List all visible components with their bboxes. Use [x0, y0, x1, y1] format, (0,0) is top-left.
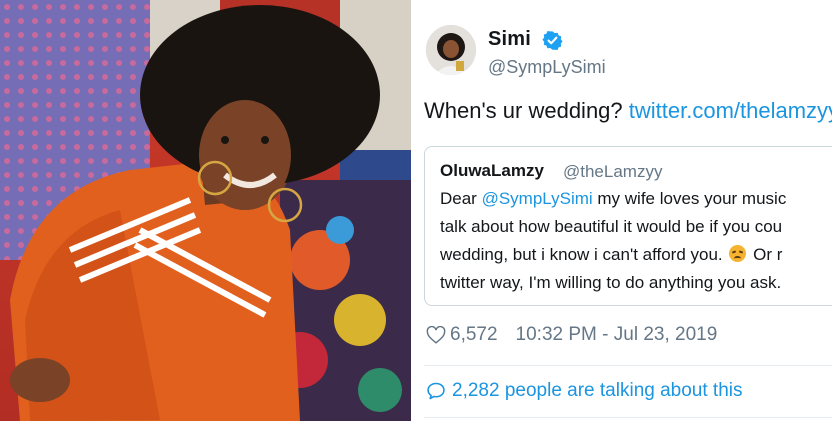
- tweet-timestamp[interactable]: 10:32 PM - Jul 23, 2019: [516, 324, 718, 346]
- divider: [424, 365, 832, 366]
- tweet-stats: 6,572 10:32 PM - Jul 23, 2019: [426, 324, 717, 346]
- heart-icon[interactable]: [426, 326, 446, 344]
- disappointed-face-icon: [729, 245, 747, 262]
- divider: [424, 417, 832, 418]
- user-handle[interactable]: @SympLySimi: [488, 57, 606, 78]
- tweet-photo: [0, 0, 411, 421]
- quote-text: my wife loves your music: [592, 189, 787, 208]
- quote-text-line: twitter way, I'm willing to do anything …: [440, 273, 782, 292]
- display-name[interactable]: Simi: [488, 28, 531, 51]
- quote-text-line: talk about how beautiful it would be if …: [440, 217, 783, 236]
- quoted-tweet[interactable]: OluwaLamzy @theLamzyy Dear @SympLySimi m…: [424, 146, 832, 306]
- quote-display-name: OluwaLamzy: [440, 161, 544, 180]
- talking-count-text: 2,282 people are talking about this: [452, 380, 743, 401]
- tweet-body: When's ur wedding?: [424, 98, 629, 123]
- conversation-link[interactable]: 2,282 people are talking about this: [426, 380, 743, 402]
- tweet-card: Simi @SympLySimi When's ur wedding? twit…: [414, 0, 832, 421]
- like-count[interactable]: 6,572: [450, 324, 498, 346]
- tweet-text: When's ur wedding? twitter.com/thelamzyy: [424, 98, 832, 124]
- quote-mention[interactable]: @SympLySimi: [482, 189, 593, 208]
- speech-bubble-icon: [427, 382, 445, 400]
- quote-text-line: wedding, but i know i can't afford you. …: [440, 245, 782, 265]
- quote-text: wedding, but i know i can't afford you.: [440, 245, 728, 264]
- quote-text: Or r: [748, 245, 783, 264]
- quote-text-line: Dear @SympLySimi my wife loves your musi…: [440, 189, 786, 209]
- tweet-link[interactable]: twitter.com/thelamzyy: [629, 98, 832, 123]
- quote-handle: @theLamzyy: [563, 162, 663, 181]
- verified-badge-icon: [542, 30, 563, 51]
- quote-text: Dear: [440, 189, 482, 208]
- avatar[interactable]: [426, 25, 476, 75]
